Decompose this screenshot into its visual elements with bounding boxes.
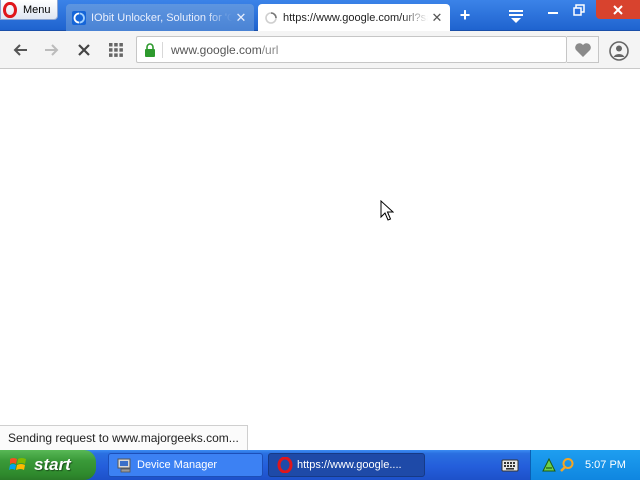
screen: Menu IObit Unlocker, Solution for 'Ca ✕ … bbox=[0, 0, 640, 480]
network-icon[interactable] bbox=[541, 457, 557, 473]
iobit-favicon-icon bbox=[72, 10, 86, 25]
status-bar-text: Sending request to www.majorgeeks.com... bbox=[0, 425, 248, 450]
windows-taskbar: start Device Manager https://www.google.… bbox=[0, 450, 640, 480]
address-bar[interactable]: www.google.com/url bbox=[136, 36, 567, 63]
windows-logo-icon bbox=[9, 458, 26, 470]
taskbar-item-label: https://www.google.... bbox=[297, 459, 402, 471]
restore-button[interactable] bbox=[566, 0, 592, 19]
browser-toolbar: www.google.com/url bbox=[0, 31, 640, 69]
stop-icon[interactable] bbox=[74, 40, 94, 60]
system-tray: 5:07 PM bbox=[530, 450, 640, 480]
url-path: /url bbox=[261, 43, 279, 57]
back-arrow-icon[interactable] bbox=[11, 40, 31, 60]
page-content: Sending request to www.majorgeeks.com... bbox=[0, 70, 640, 450]
browser-tab-bar: Menu IObit Unlocker, Solution for 'Ca ✕ … bbox=[0, 0, 640, 31]
close-icon bbox=[613, 5, 623, 15]
search-icon[interactable] bbox=[559, 457, 575, 473]
opera-logo-icon bbox=[3, 1, 17, 18]
account-icon[interactable] bbox=[608, 40, 630, 62]
tab-close-icon[interactable]: ✕ bbox=[428, 10, 446, 26]
tab-title: https://www.google.com/url?sa bbox=[283, 11, 428, 24]
tab-google-url[interactable]: https://www.google.com/url?sa ✕ bbox=[258, 4, 450, 31]
taskbar-item-device-manager[interactable]: Device Manager bbox=[108, 453, 263, 477]
keyboard-icon[interactable] bbox=[501, 457, 519, 473]
address-divider bbox=[162, 42, 163, 58]
menu-label: Menu bbox=[23, 3, 51, 16]
taskbar-item-label: Device Manager bbox=[137, 459, 218, 471]
forward-arrow-icon[interactable] bbox=[41, 40, 61, 60]
start-label: start bbox=[34, 455, 71, 474]
new-tab-button[interactable]: + bbox=[456, 6, 474, 24]
close-window-button[interactable] bbox=[596, 0, 640, 19]
opera-menu-button[interactable]: Menu bbox=[0, 0, 58, 20]
device-manager-icon bbox=[117, 458, 131, 473]
tab-iobit-unlocker[interactable]: IObit Unlocker, Solution for 'Ca ✕ bbox=[66, 4, 254, 31]
minimize-icon bbox=[548, 12, 558, 14]
opera-icon bbox=[277, 457, 293, 473]
url-domain: www.google.com bbox=[171, 43, 262, 57]
heart-icon bbox=[575, 43, 591, 57]
mouse-cursor-icon bbox=[380, 200, 394, 221]
tab-title: IObit Unlocker, Solution for 'Ca bbox=[91, 11, 232, 24]
loading-spinner-icon bbox=[265, 11, 277, 24]
start-button[interactable]: start bbox=[0, 450, 96, 480]
lock-icon bbox=[145, 43, 155, 57]
tab-close-icon[interactable]: ✕ bbox=[232, 10, 250, 26]
clock: 5:07 PM bbox=[585, 459, 626, 471]
taskbar-item-opera[interactable]: https://www.google.... bbox=[268, 453, 425, 477]
bookmark-button[interactable] bbox=[567, 36, 599, 63]
restore-icon bbox=[573, 4, 585, 16]
url-text[interactable]: www.google.com/url bbox=[171, 43, 278, 57]
minimize-button[interactable] bbox=[540, 0, 566, 19]
grid-icon[interactable] bbox=[106, 40, 126, 60]
tab-menu-icon[interactable] bbox=[506, 8, 526, 24]
